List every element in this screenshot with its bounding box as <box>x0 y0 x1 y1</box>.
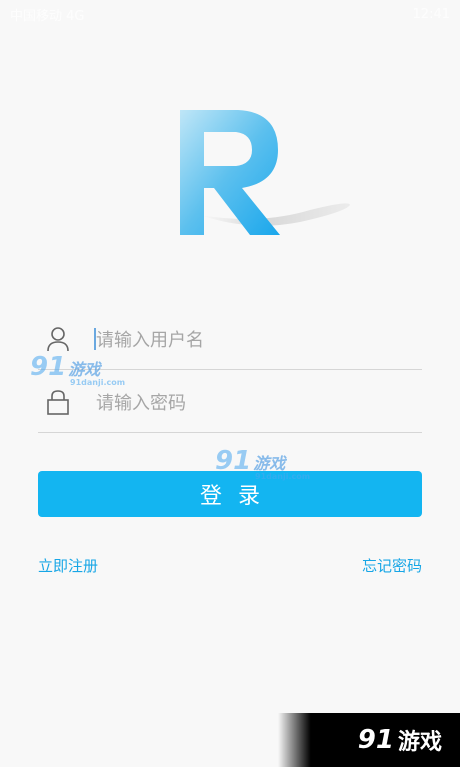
username-input[interactable] <box>94 320 398 360</box>
clock-text: 12:41 <box>412 6 450 22</box>
login-button[interactable]: 登录 <box>38 471 422 517</box>
badge-number: 91 <box>357 725 394 755</box>
badge-text: 游戏 <box>397 730 442 755</box>
status-right: 12:41 <box>413 7 450 22</box>
status-bar: 中国移动 4G 12:41 <box>0 0 460 28</box>
forgot-password-link[interactable]: 忘记密码 <box>362 555 422 576</box>
password-field <box>38 371 422 433</box>
corner-watermark-badge: 91 游戏 <box>278 713 460 767</box>
user-icon <box>47 327 69 352</box>
password-input[interactable] <box>94 383 398 423</box>
register-link[interactable]: 立即注册 <box>38 555 98 576</box>
lock-icon <box>47 390 69 415</box>
r-logo-icon <box>180 110 350 235</box>
username-field <box>38 308 422 370</box>
carrier-text: 中国移动 4G <box>10 8 85 24</box>
